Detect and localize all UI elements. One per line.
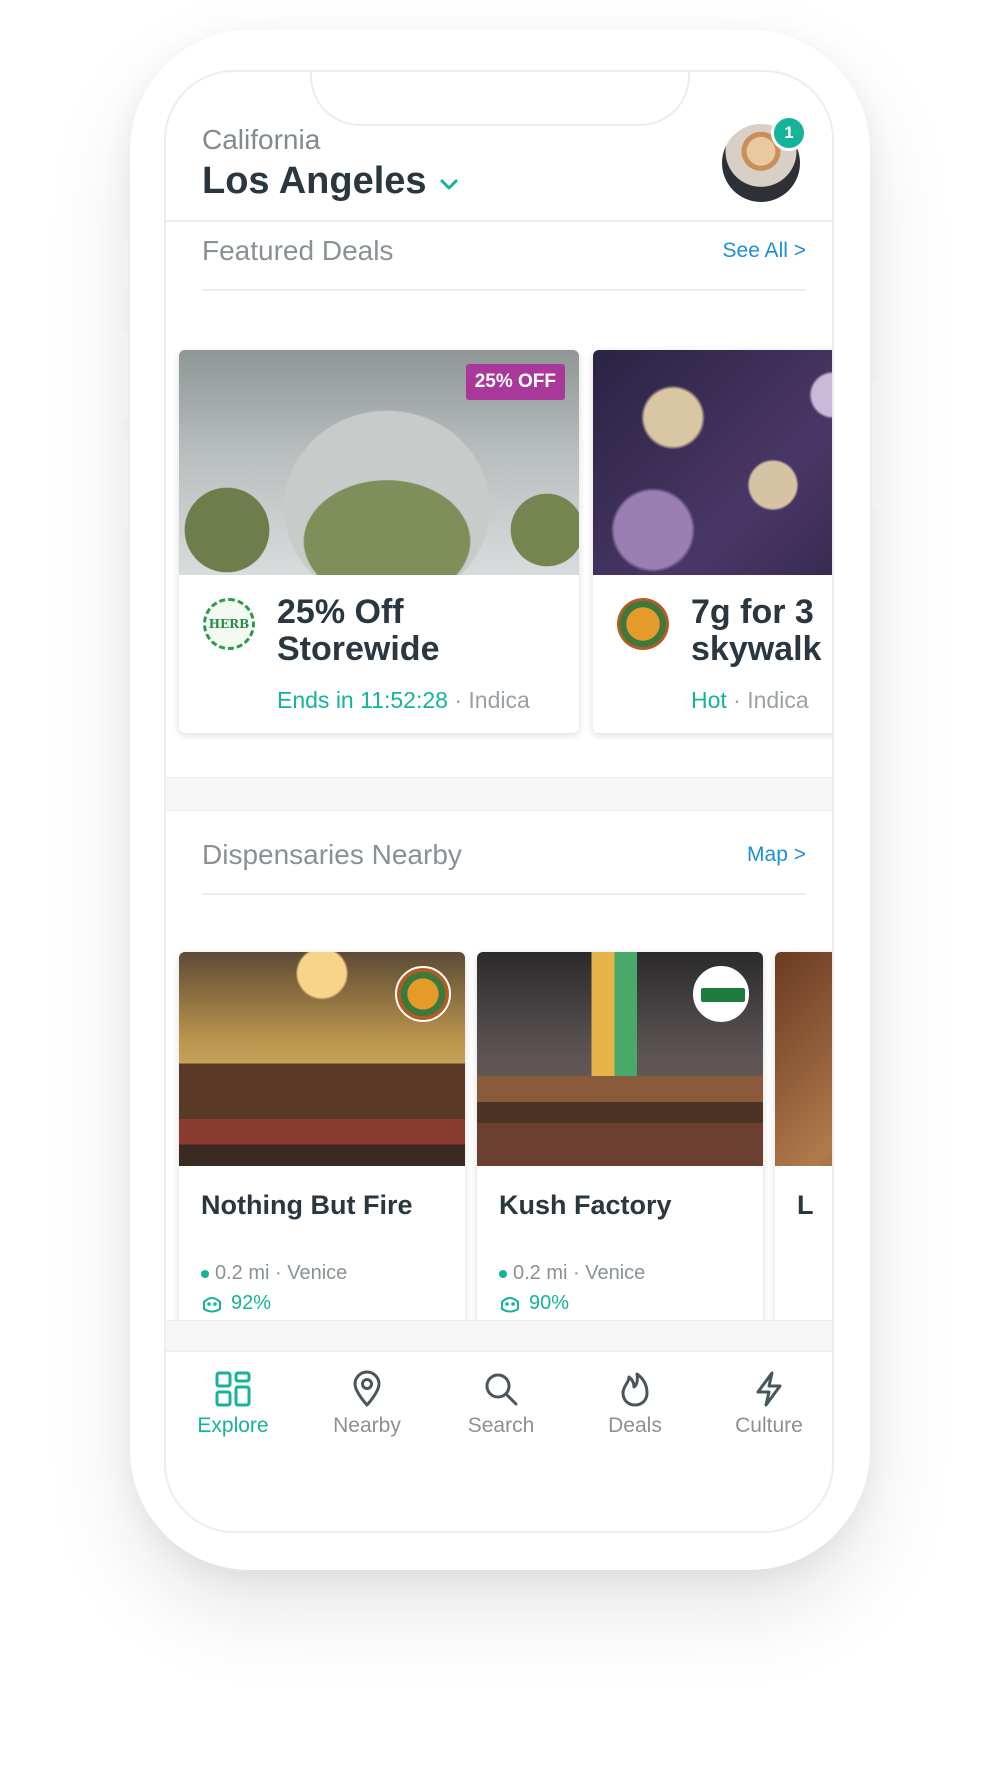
phone-side-button <box>120 240 128 290</box>
tab-search[interactable]: Search <box>434 1370 568 1438</box>
grid-icon <box>215 1371 251 1407</box>
tab-explore[interactable]: Explore <box>166 1370 300 1438</box>
lightning-icon <box>756 1371 782 1407</box>
dispensary-name: Nothing But Fire <box>201 1190 413 1220</box>
deal-meta: Ends in 11:52:28 · Indica <box>277 687 530 714</box>
location-selector[interactable]: Los Angeles <box>202 160 459 203</box>
rating-face-icon <box>501 1296 519 1312</box>
search-icon <box>485 1373 518 1406</box>
map-link[interactable]: Map > <box>747 843 806 867</box>
dispensary-rating: 92% <box>201 1292 271 1315</box>
app-screen: California Los Angeles 1 Featured Deals … <box>164 70 834 1533</box>
dispensary-card[interactable]: L <box>775 952 832 1334</box>
dispensaries-header: Dispensaries Nearby Map > <box>202 839 806 895</box>
see-all-link[interactable]: See All > <box>723 239 806 263</box>
featured-deals-header: Featured Deals See All > <box>202 235 806 291</box>
discount-badge: 25% OFF <box>465 364 565 400</box>
deal-title: 7g for 3 skywalk <box>691 593 832 668</box>
tab-label: Search <box>467 1414 535 1437</box>
deal-countdown: Ends in 11:52:28 <box>277 687 448 713</box>
separator: · <box>447 687 469 713</box>
separator: · <box>726 687 748 713</box>
notification-badge: 1 <box>771 115 807 151</box>
deal-category: Indica <box>747 687 809 713</box>
dispensary-rating: 90% <box>499 1292 569 1315</box>
tab-deals[interactable]: Deals <box>568 1370 702 1438</box>
distance-text: 0.2 mi · Venice <box>215 1262 348 1284</box>
tab-label: Nearby <box>333 1414 401 1437</box>
section-title: Featured Deals <box>202 235 394 266</box>
dispensary-distance: 0.2 mi · Venice <box>201 1262 347 1285</box>
buddys-logo-icon <box>617 598 669 650</box>
open-status-dot <box>201 1269 209 1278</box>
deal-status: Hot <box>691 687 727 713</box>
deal-title: 25% Off Storewide <box>277 594 567 668</box>
section-divider <box>166 777 832 811</box>
open-status-dot <box>499 1269 507 1278</box>
section-divider <box>166 1320 832 1350</box>
deal-card[interactable]: 7g for 3 skywalk Hot · Indica <box>593 350 832 733</box>
dispensary-image <box>775 952 832 1166</box>
phone-volume-up <box>120 330 128 420</box>
phone-notch <box>310 72 690 126</box>
distance-text: 0.2 mi · Venice <box>513 1262 646 1284</box>
chevron-down-icon <box>440 179 458 189</box>
deal-title-line: 25% Off <box>277 593 404 631</box>
rating-value: 90% <box>529 1292 570 1314</box>
tab-culture[interactable]: Culture <box>702 1370 832 1438</box>
location-state: California <box>202 124 321 155</box>
dispensary-name: Kush Factory <box>499 1190 672 1220</box>
phone-volume-down <box>120 440 128 530</box>
buddys-logo-icon <box>395 966 451 1022</box>
rating-value: 92% <box>231 1292 272 1314</box>
deal-card[interactable]: 25% OFF HERB 25% Off Storewide Ends in 1… <box>179 350 579 733</box>
tab-label: Explore <box>197 1414 269 1437</box>
phone-power-button <box>872 380 880 510</box>
tab-nearby[interactable]: Nearby <box>300 1370 434 1438</box>
tab-label: Deals <box>608 1414 662 1437</box>
bottom-tab-bar: Explore Nearby Search Deals Culture <box>166 1350 832 1531</box>
deal-title-line: Storewide <box>277 630 440 668</box>
deal-category: Indica <box>468 687 530 713</box>
deal-title-line: skywalk <box>691 630 822 668</box>
dispensary-distance: 0.2 mi · Venice <box>499 1262 645 1285</box>
deal-title-line: 7g for 3 <box>691 593 814 631</box>
map-pin-icon <box>353 1370 381 1407</box>
dispensary-card[interactable]: Nothing But Fire 0.2 mi · Venice 92% <box>179 952 465 1334</box>
kush-factory-logo-icon <box>693 966 749 1022</box>
herb-logo-icon: HERB <box>203 598 255 650</box>
location-city: Los Angeles <box>202 160 427 202</box>
dispensary-card[interactable]: Kush Factory 0.2 mi · Venice 90% <box>477 952 763 1334</box>
section-title: Dispensaries Nearby <box>202 839 462 870</box>
dispensary-name: L <box>797 1190 814 1220</box>
flame-icon <box>621 1372 649 1407</box>
tab-label: Culture <box>735 1414 803 1437</box>
deal-image <box>593 350 832 575</box>
deal-meta: Hot · Indica <box>691 687 809 714</box>
rating-face-icon <box>203 1296 221 1312</box>
